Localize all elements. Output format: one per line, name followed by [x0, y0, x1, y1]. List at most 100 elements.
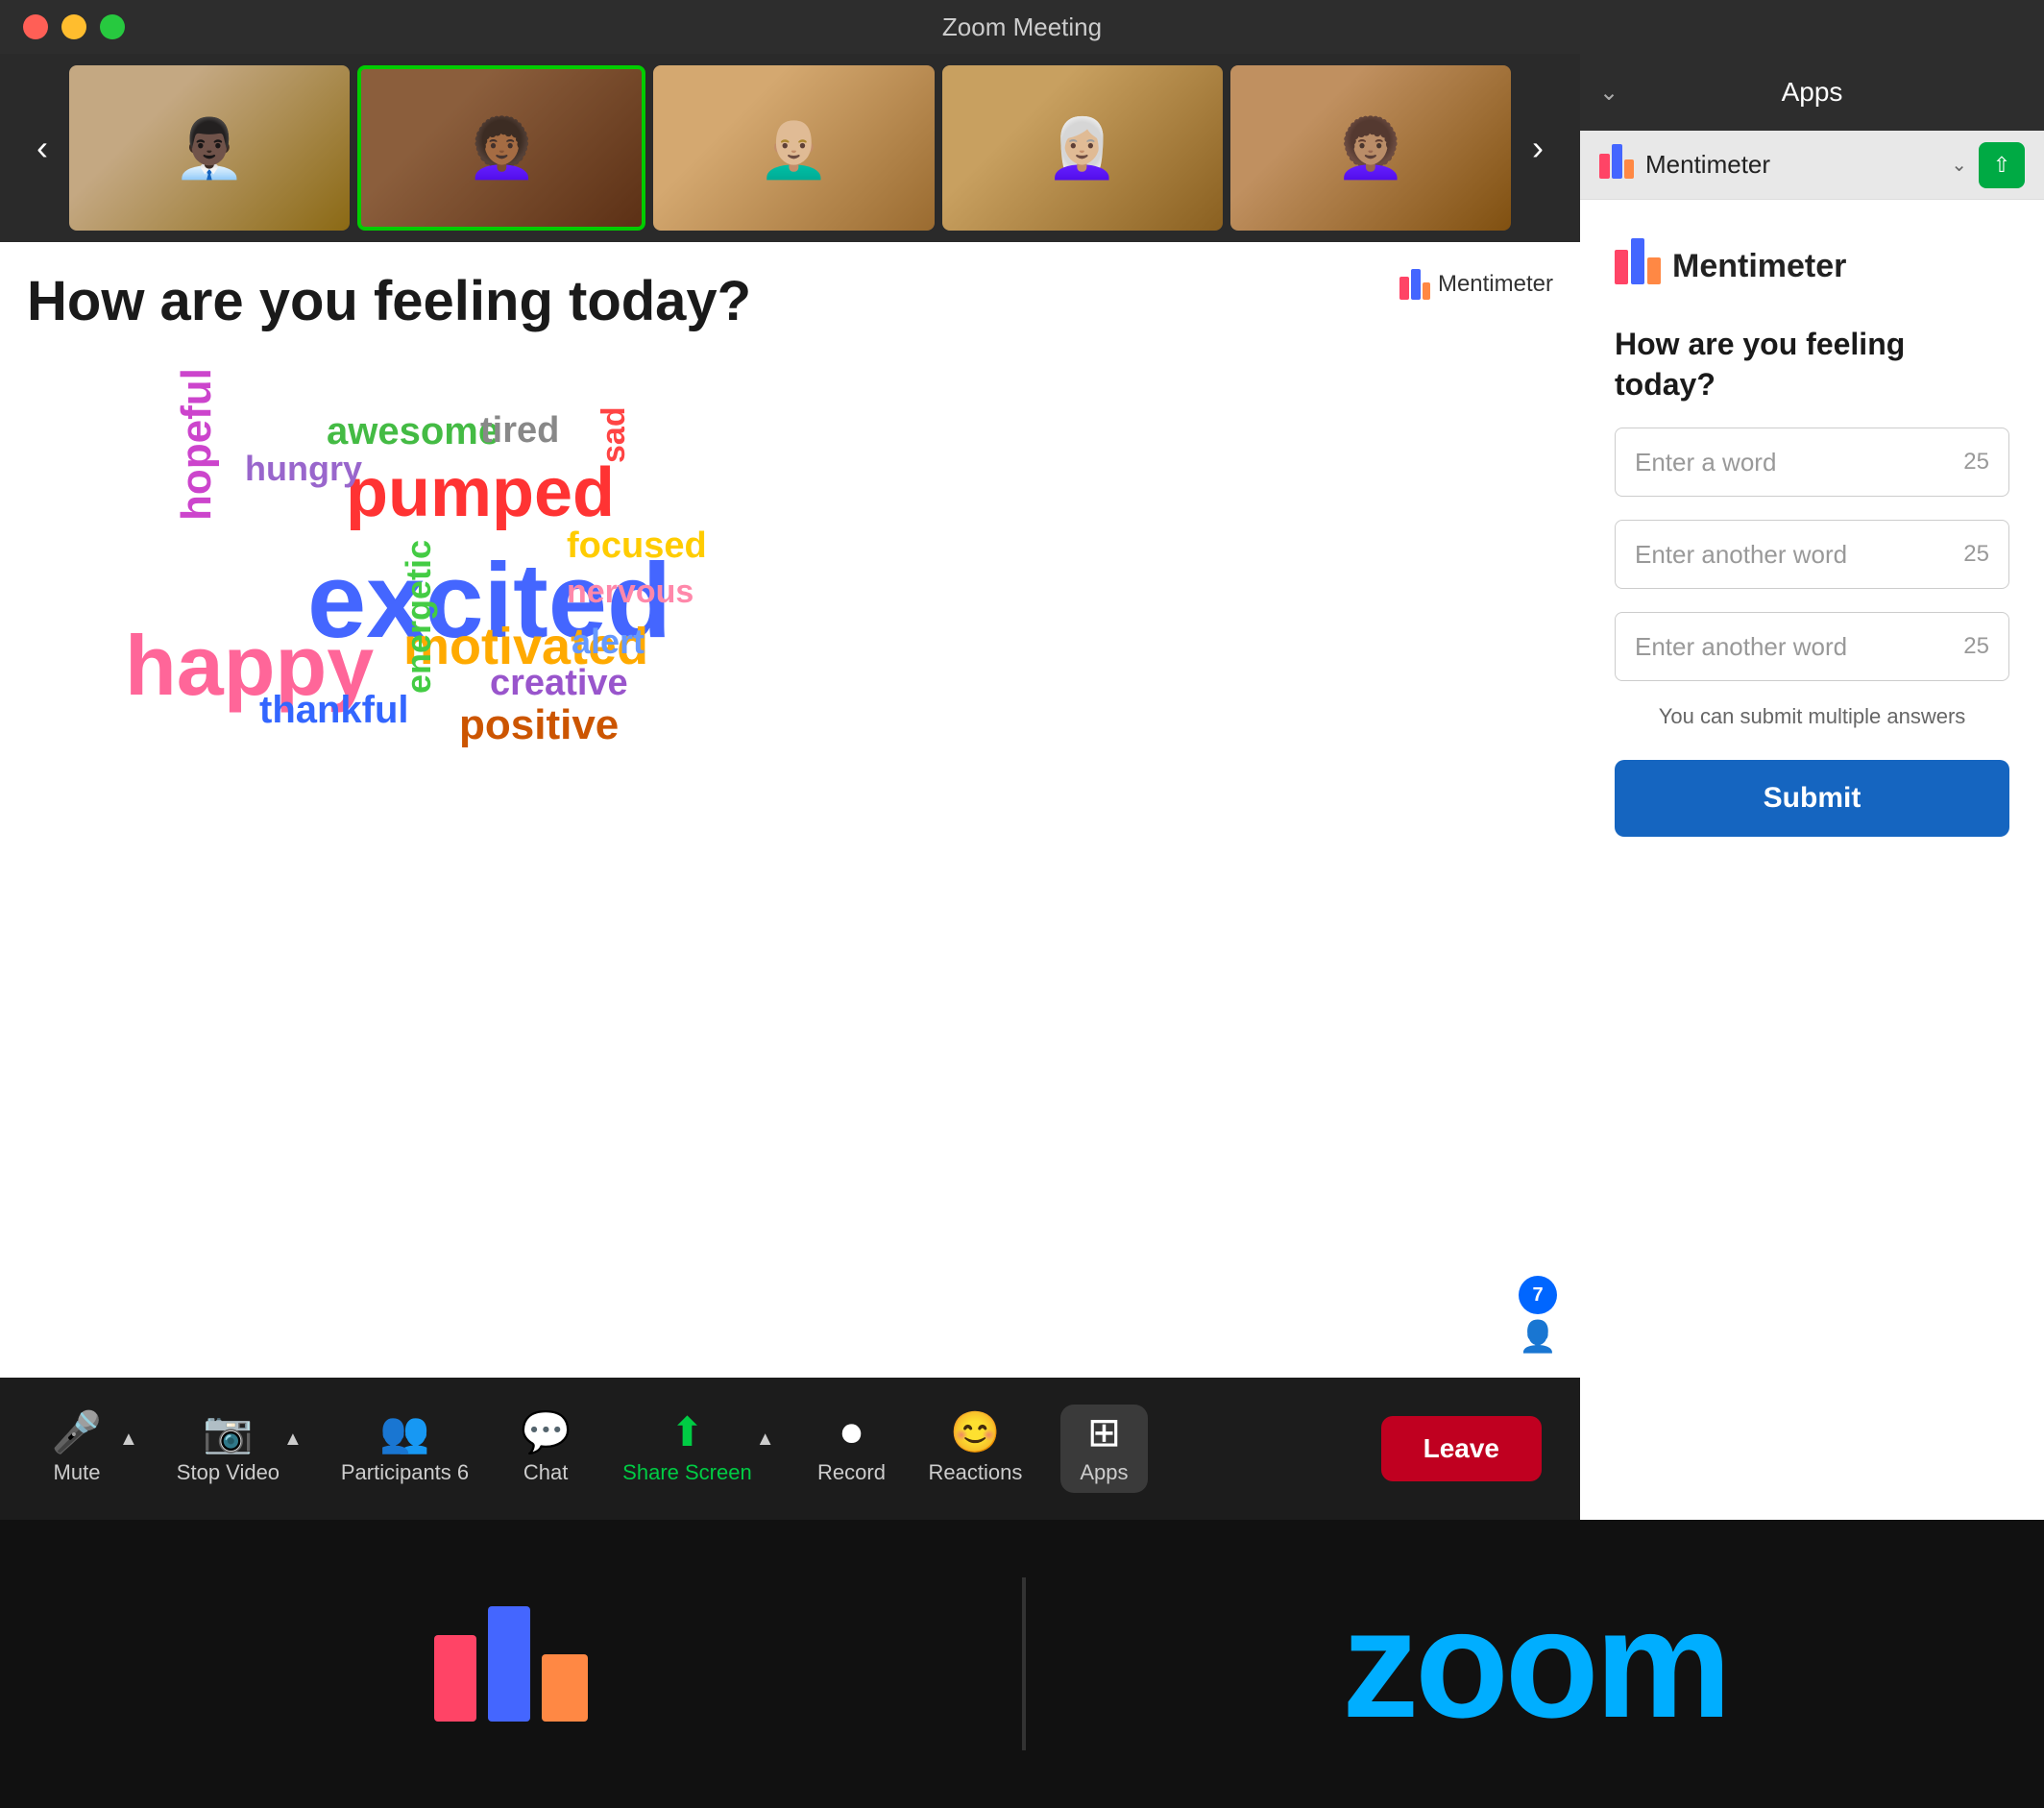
mentimeter-bar-logo-icon [1599, 144, 1634, 185]
word-hungry: hungry [245, 449, 362, 489]
word-input-3-placeholder: Enter another word [1635, 632, 1847, 662]
mentimeter-header: Mentimeter [1615, 238, 2009, 294]
zoom-logo: zoom [1342, 1576, 1728, 1752]
apps-panel: ⌄ Apps Mentimeter ⌄ ⇧ [1580, 54, 2044, 1520]
word-input-2[interactable]: Enter another word 25 [1615, 520, 2009, 589]
zoom-area: ‹ 👨🏿‍💼 👩🏾‍🦱 👨🏼‍🦲 👩🏼‍🦳 👩🏽‍🦱 [0, 54, 1580, 1520]
submit-button[interactable]: Submit [1615, 760, 2009, 837]
participant-avatar-2: 👩🏾‍🦱 [361, 69, 642, 227]
word-input-2-placeholder: Enter another word [1635, 540, 1847, 570]
mute-group: 🎤 Mute ▲ [38, 1412, 138, 1485]
apps-label: Apps [1080, 1460, 1128, 1485]
participants-label: Participants 6 [341, 1460, 469, 1485]
mentimeter-action-icon[interactable]: ⇧ [1979, 142, 2025, 188]
participant-badge: 7 👤 [1519, 1276, 1557, 1355]
reactions-icon: 😊 [950, 1412, 1000, 1453]
mentimeter-bar-icon [1599, 144, 1634, 179]
participant-icon: 👤 [1519, 1318, 1557, 1355]
chat-icon: 💬 [521, 1412, 571, 1453]
word-focused: focused [567, 525, 707, 567]
title-bar: Zoom Meeting [0, 0, 2044, 54]
mentimeter-logo-icon [1615, 238, 1661, 294]
share-screen-button[interactable]: ⬆ Share Screen [622, 1412, 752, 1485]
video-label: Stop Video [177, 1460, 280, 1485]
mentimeter-dropdown-icon[interactable]: ⌄ [1951, 153, 1967, 177]
word-input-1-placeholder: Enter a word [1635, 448, 1776, 477]
word-thankful: thankful [259, 689, 409, 732]
mute-label: Mute [54, 1460, 101, 1485]
thumbnail-3[interactable]: 👨🏼‍🦲 [653, 65, 934, 231]
chat-button[interactable]: 💬 Chat [507, 1412, 584, 1485]
share-caret-icon[interactable]: ▲ [756, 1429, 775, 1451]
participant-avatar-1: 👨🏿‍💼 [69, 65, 350, 231]
mute-caret-icon[interactable]: ▲ [119, 1429, 138, 1451]
window-controls [23, 14, 125, 39]
word-alert: alert [572, 622, 645, 662]
participant-avatar-3: 👨🏼‍🦲 [653, 65, 934, 231]
maximize-button[interactable] [100, 14, 125, 39]
word-nervous: nervous [567, 574, 694, 611]
word-input-3-count: 25 [1963, 633, 1989, 660]
thumbnail-4[interactable]: 👩🏼‍🦳 [942, 65, 1223, 231]
toolbar: 🎤 Mute ▲ 📷 Stop Video ▲ 👥 [0, 1378, 1580, 1520]
word-input-1-count: 25 [1963, 449, 1989, 476]
participant-count: 7 [1519, 1276, 1557, 1314]
chat-label: Chat [523, 1460, 568, 1485]
stop-video-button[interactable]: 📷 Stop Video [177, 1412, 280, 1485]
record-icon: ⏺ [841, 1412, 862, 1453]
word-sad: sad [596, 406, 633, 463]
mentimeter-name: Mentimeter [1672, 248, 1846, 285]
word-input-1[interactable]: Enter a word 25 [1615, 428, 2009, 497]
toolbar-left: 🎤 Mute ▲ 📷 Stop Video ▲ 👥 [38, 1405, 1148, 1493]
minimize-button[interactable] [61, 14, 86, 39]
close-button[interactable] [23, 14, 48, 39]
apps-icon: ⊞ [1087, 1412, 1121, 1453]
thumbnail-5[interactable]: 👩🏽‍🦱 [1230, 65, 1511, 231]
word-creative: creative [490, 663, 628, 704]
wordcloud-area: How are you feeling today? Mentimeter ex… [0, 242, 1580, 1378]
video-caret-icon[interactable]: ▲ [283, 1429, 303, 1451]
word-awesome: awesome [327, 410, 499, 453]
wordcloud-canvas: excited happy pumped motivated hopeful a… [0, 242, 1580, 1378]
participants-button[interactable]: 👥 Participants 6 [341, 1412, 469, 1485]
word-tired: tired [480, 410, 559, 452]
participants-icon: 👥 [379, 1412, 429, 1453]
share-group: ⬆ Share Screen ▲ [622, 1412, 774, 1485]
apps-panel-title: Apps [1782, 77, 1843, 108]
thumbnail-2[interactable]: 👩🏾‍🦱 [357, 65, 645, 231]
word-pumped: pumped [346, 453, 615, 532]
reactions-label: Reactions [929, 1460, 1023, 1485]
mentimeter-content: Mentimeter How are you feeling today? En… [1580, 200, 2044, 1520]
strip-next-button[interactable]: › [1511, 54, 1565, 242]
apps-panel-header: ⌄ Apps [1580, 54, 2044, 131]
word-input-3[interactable]: Enter another word 25 [1615, 612, 2009, 681]
participant-avatar-5: 👩🏽‍🦱 [1230, 65, 1511, 231]
mute-button[interactable]: 🎤 Mute [38, 1412, 115, 1485]
thumbnail-strip: ‹ 👨🏿‍💼 👩🏾‍🦱 👨🏼‍🦲 👩🏼‍🦳 👩🏽‍🦱 [0, 54, 1580, 242]
video-icon: 📷 [203, 1412, 253, 1453]
main-container: ‹ 👨🏿‍💼 👩🏾‍🦱 👨🏼‍🦲 👩🏼‍🦳 👩🏽‍🦱 [0, 54, 2044, 1520]
upload-icon: ⇧ [1993, 153, 2010, 178]
window-title: Zoom Meeting [942, 12, 1102, 42]
word-hopeful: hopeful [173, 368, 221, 521]
mute-icon: 🎤 [52, 1412, 102, 1453]
share-icon: ⬆ [670, 1412, 704, 1453]
word-energetic: energetic [399, 540, 439, 694]
video-group: 📷 Stop Video ▲ [177, 1412, 303, 1485]
strip-prev-button[interactable]: ‹ [15, 54, 69, 242]
bottom-right: zoom [1026, 1576, 2044, 1752]
mentimeter-bottom-logo-icon [434, 1606, 588, 1722]
leave-button[interactable]: Leave [1381, 1416, 1542, 1481]
apps-button[interactable]: ⊞ Apps [1060, 1405, 1147, 1493]
mentimeter-question: How are you feeling today? [1615, 325, 2009, 404]
record-label: Record [817, 1460, 886, 1485]
mentimeter-bar-name: Mentimeter [1645, 150, 1939, 180]
record-button[interactable]: ⏺ Record [814, 1412, 890, 1485]
reactions-button[interactable]: 😊 Reactions [929, 1412, 1023, 1485]
bottom-bar: zoom [0, 1520, 2044, 1808]
submit-hint: You can submit multiple answers [1615, 704, 2009, 729]
mentimeter-bar: Mentimeter ⌄ ⇧ [1580, 131, 2044, 200]
thumbnail-1[interactable]: 👨🏿‍💼 [69, 65, 350, 231]
participant-avatar-4: 👩🏼‍🦳 [942, 65, 1223, 231]
apps-chevron-icon[interactable]: ⌄ [1599, 79, 1618, 107]
